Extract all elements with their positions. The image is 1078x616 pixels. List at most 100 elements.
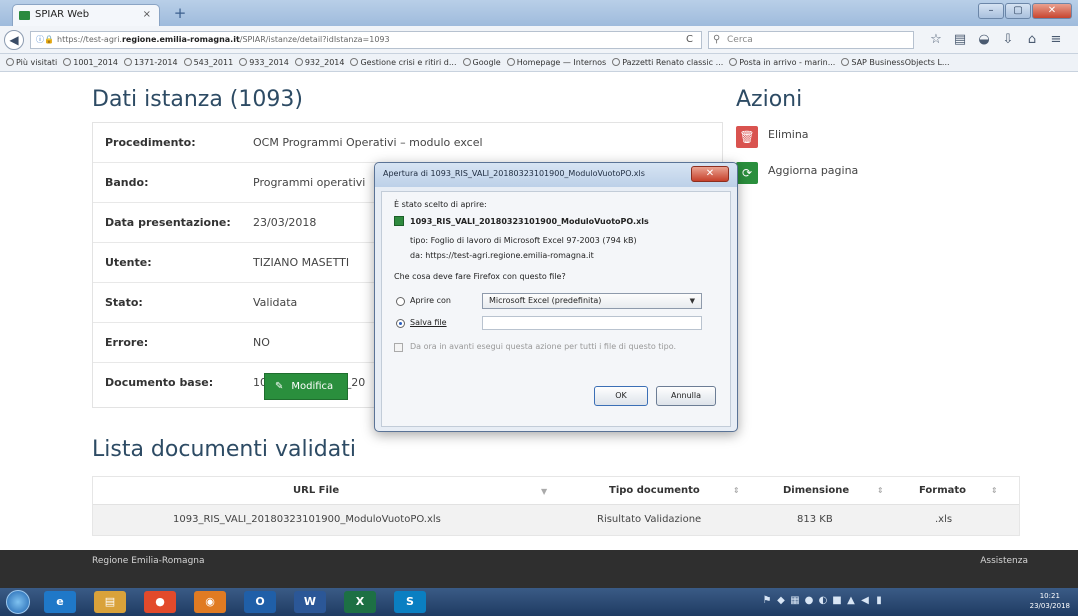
bookmark-label: Pazzetti Renato classic ...: [622, 58, 724, 67]
taskbar-app-icon[interactable]: ▤: [94, 591, 126, 613]
bookmarks-list-icon[interactable]: ▤: [948, 32, 972, 47]
table-header: URL File ▼ Tipo documento ⇕ Dimensione ⇕…: [93, 477, 1019, 505]
url-bar[interactable]: ⓘ🔒 https://test-agri.regione.emilia-roma…: [30, 31, 702, 49]
bookmark-label: Homepage — Internos: [516, 58, 607, 67]
header-url-file[interactable]: URL File: [293, 477, 339, 505]
bookmark-item[interactable]: Gestione crisi e ritiri d...: [350, 58, 457, 67]
detail-value: 23/03/2018: [253, 216, 317, 229]
tray-volume-icon[interactable]: ◀: [858, 595, 872, 606]
tray-shield-icon[interactable]: ◆: [774, 595, 788, 606]
header-tipo-documento[interactable]: Tipo documento: [609, 477, 700, 505]
bookmark-item[interactable]: Più visitati: [6, 58, 57, 67]
taskbar-app-icon[interactable]: ◉: [194, 591, 226, 613]
bookmark-label: 932_2014: [304, 58, 345, 67]
taskbar-app-icon[interactable]: ●: [144, 591, 176, 613]
tray-app-icon[interactable]: ■: [830, 595, 844, 606]
remember-checkbox[interactable]: [394, 343, 403, 352]
taskbar-clock[interactable]: 10:21 23/03/2018: [1030, 591, 1070, 611]
pocket-icon[interactable]: ◒: [972, 32, 996, 47]
docs-section-title: Lista documenti validati: [92, 437, 356, 462]
bookmark-globe-icon: [729, 58, 738, 66]
bookmark-label: Gestione crisi e ritiri d...: [360, 58, 457, 67]
close-window-button[interactable]: ✕: [1032, 3, 1072, 19]
bookmark-label: Google: [472, 58, 501, 67]
taskbar-app-icon[interactable]: W: [294, 591, 326, 613]
sort-icon[interactable]: ⇕: [733, 477, 740, 505]
bookmarks-bar: Più visitati 1001_2014 1371-2014 543_2011 93…: [0, 54, 1078, 72]
tray-app-icon[interactable]: ●: [802, 595, 816, 606]
open-with-select[interactable]: Microsoft Excel (predefinita) ▼: [482, 293, 702, 309]
minimize-button[interactable]: –: [978, 3, 1004, 19]
bookmark-label: 543_2011: [193, 58, 234, 67]
search-input[interactable]: ⚲ Cerca: [708, 31, 914, 49]
cell-dimensione: 813 KB: [797, 514, 833, 525]
bookmark-item[interactable]: Homepage — Internos: [506, 58, 607, 67]
taskbar-app-icon[interactable]: X: [344, 591, 376, 613]
maximize-button[interactable]: ▢: [1005, 3, 1031, 19]
clock-date: 23/03/2018: [1029, 602, 1070, 610]
tray-network-icon[interactable]: ▦: [788, 595, 802, 606]
taskbar-app-icon[interactable]: e: [44, 591, 76, 613]
bookmark-item[interactable]: Pazzetti Renato classic ...: [612, 58, 723, 67]
header-dimensione[interactable]: Dimensione: [783, 477, 849, 505]
start-button[interactable]: [6, 590, 30, 614]
trash-icon[interactable]: 🗑: [736, 126, 758, 148]
home-icon[interactable]: ⌂: [1020, 32, 1044, 47]
detail-label: Utente:: [105, 256, 152, 269]
detail-label: Procedimento:: [105, 136, 196, 149]
sort-desc-icon[interactable]: ▼: [541, 477, 547, 507]
tab-close-icon[interactable]: ×: [143, 5, 151, 25]
tray-app-icon[interactable]: ◐: [816, 595, 830, 606]
refresh-icon[interactable]: ⟳: [736, 162, 758, 184]
sort-icon[interactable]: ⇕: [991, 477, 998, 505]
bookmark-item[interactable]: SAP BusinessObjects L...: [841, 58, 950, 67]
taskbar-app-icon[interactable]: S: [394, 591, 426, 613]
windows-taskbar: e ▤ ● ◉ O W X S ⚑ ◆ ▦ ● ◐ ■ ▲ ◀ ▮ 10:21 23/03/2…: [0, 588, 1078, 616]
header-formato[interactable]: Formato: [919, 477, 966, 505]
browser-titlebar: SPIAR Web × + – ▢ ✕: [0, 0, 1078, 26]
bookmark-globe-icon: [462, 58, 471, 66]
toolbar-icons: ☆ ▤ ◒ ⇩ ⌂ ≡: [924, 32, 1068, 47]
browser-tab[interactable]: SPIAR Web ×: [12, 4, 160, 26]
url-path: /SPIAR/istanze/detail?idIstanza=1093: [239, 35, 390, 44]
reload-icon[interactable]: C: [686, 34, 693, 45]
sort-icon[interactable]: ⇕: [877, 477, 884, 505]
download-icon[interactable]: ⇩: [996, 32, 1020, 47]
ok-button[interactable]: OK: [594, 386, 648, 406]
assistenza-link[interactable]: Assistenza: [980, 556, 1028, 566]
tray-power-icon[interactable]: ▮: [872, 595, 886, 606]
open-with-label[interactable]: Aprire con: [410, 296, 451, 305]
aggiorna-label[interactable]: Aggiorna pagina: [768, 164, 858, 177]
bookmark-item[interactable]: 1001_2014: [63, 58, 118, 67]
back-button[interactable]: ◀: [4, 30, 24, 50]
detail-label: Errore:: [105, 336, 149, 349]
tab-title: SPIAR Web: [35, 9, 90, 20]
excel-file-icon: [394, 216, 404, 226]
save-file-label[interactable]: Salva file: [410, 318, 447, 327]
save-file-radio[interactable]: [396, 319, 405, 328]
cell-url-file[interactable]: 1093_RIS_VALI_20180323101900_ModuloVuoto…: [173, 505, 441, 535]
dialog-titlebar[interactable]: Apertura di 1093_RIS_VALI_20180323101900…: [375, 163, 737, 187]
menu-icon[interactable]: ≡: [1044, 32, 1068, 47]
tray-app-icon[interactable]: ▲: [844, 595, 858, 606]
bookmark-item[interactable]: Google: [462, 58, 501, 67]
clock-time: 10:21: [1039, 592, 1060, 600]
open-with-radio[interactable]: [396, 297, 405, 306]
modifica-button[interactable]: ✎ Modifica: [264, 373, 348, 400]
bookmark-item[interactable]: Posta in arrivo - marin...: [729, 58, 835, 67]
dialog-close-button[interactable]: ✕: [691, 166, 729, 182]
bookmark-item[interactable]: 932_2014: [294, 58, 345, 67]
bookmark-star-icon[interactable]: ☆: [924, 32, 948, 47]
tray-flag-icon[interactable]: ⚑: [760, 595, 774, 606]
system-tray: ⚑ ◆ ▦ ● ◐ ■ ▲ ◀ ▮: [760, 595, 886, 606]
bookmark-item[interactable]: 933_2014: [239, 58, 289, 67]
new-tab-button[interactable]: +: [170, 5, 190, 23]
search-placeholder: Cerca: [727, 35, 753, 45]
bookmark-item[interactable]: 1371-2014: [123, 58, 178, 67]
bookmark-item[interactable]: 543_2011: [183, 58, 234, 67]
page-title: Dati istanza (1093): [92, 87, 303, 112]
bookmark-label: 1371-2014: [133, 58, 178, 67]
taskbar-app-icon[interactable]: O: [244, 591, 276, 613]
elimina-label[interactable]: Elimina: [768, 128, 809, 141]
cancel-button[interactable]: Annulla: [656, 386, 716, 406]
